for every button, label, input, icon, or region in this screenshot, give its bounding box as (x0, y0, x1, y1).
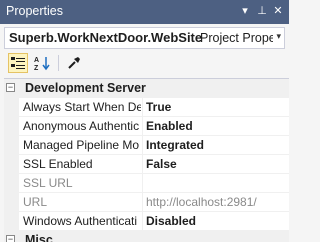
property-name: SSL URL (23, 176, 73, 190)
close-icon[interactable]: ✕ (271, 4, 285, 18)
row-gutter (4, 193, 19, 212)
property-value[interactable]: Disabled (146, 214, 196, 228)
property-name: URL (23, 195, 48, 209)
object-name: Superb.WorkNextDoor.WebSite (9, 30, 203, 45)
property-value[interactable]: True (146, 100, 171, 114)
column-divider[interactable] (142, 136, 143, 155)
column-divider[interactable] (142, 98, 143, 117)
row-gutter (4, 98, 19, 117)
window-menu-dropdown-icon[interactable]: ▾ (238, 4, 252, 18)
svg-text:A: A (34, 57, 39, 64)
property-row[interactable]: SSL URL (4, 174, 289, 193)
toolbar-separator (58, 55, 59, 71)
property-name: Windows Authenticati (23, 214, 138, 228)
property-row[interactable]: SSL Enabled False (4, 155, 289, 174)
property-row[interactable]: Managed Pipeline Mo Integrated (4, 136, 289, 155)
pin-icon[interactable]: ⊥ (255, 4, 269, 18)
alphabetical-button[interactable]: A Z (32, 53, 52, 73)
category-label: Development Server (25, 81, 146, 95)
column-divider[interactable] (142, 117, 143, 136)
properties-toolbar: A Z (4, 52, 285, 76)
property-name: SSL Enabled (23, 157, 93, 171)
property-pages-button[interactable] (64, 53, 84, 73)
object-type: Project Proper (200, 31, 273, 45)
property-name: Managed Pipeline Mo (23, 138, 140, 152)
property-value[interactable]: False (146, 157, 177, 171)
category-development-server[interactable]: − Development Server (4, 79, 289, 98)
window-title: Properties (6, 4, 63, 18)
property-row[interactable]: URL http://localhost:2981/ (4, 193, 289, 212)
property-value[interactable]: Enabled (146, 119, 193, 133)
categorized-button[interactable] (8, 53, 28, 73)
property-name: Anonymous Authentic (23, 119, 140, 133)
chevron-down-icon[interactable]: ▾ (276, 31, 281, 42)
properties-title-bar: Properties ▾ ⊥ ✕ (0, 0, 289, 24)
row-gutter (4, 155, 19, 174)
column-divider[interactable] (142, 212, 143, 231)
property-pages-icon (68, 57, 80, 69)
row-gutter (4, 174, 19, 193)
category-misc[interactable]: − Misc (4, 231, 289, 242)
svg-text:Z: Z (34, 65, 39, 71)
alphabetical-icon: A Z (34, 57, 50, 71)
property-row[interactable]: Anonymous Authentic Enabled (4, 117, 289, 136)
row-gutter (4, 212, 19, 231)
row-gutter (4, 117, 19, 136)
column-divider[interactable] (142, 155, 143, 174)
row-gutter (4, 136, 19, 155)
property-grid: − Development Server Always Start When D… (4, 78, 289, 242)
column-divider[interactable] (142, 174, 143, 193)
object-selector[interactable]: Superb.WorkNextDoor.WebSite Project Prop… (4, 27, 285, 49)
collapse-icon[interactable]: − (6, 83, 15, 92)
property-row[interactable]: Always Start When De True (4, 98, 289, 117)
property-row[interactable]: Windows Authenticati Disabled (4, 212, 289, 231)
property-name: Always Start When De (23, 100, 141, 114)
column-divider[interactable] (142, 193, 143, 212)
categorized-icon (11, 57, 25, 69)
property-value: http://localhost:2981/ (146, 195, 257, 209)
property-value[interactable]: Integrated (146, 138, 204, 152)
